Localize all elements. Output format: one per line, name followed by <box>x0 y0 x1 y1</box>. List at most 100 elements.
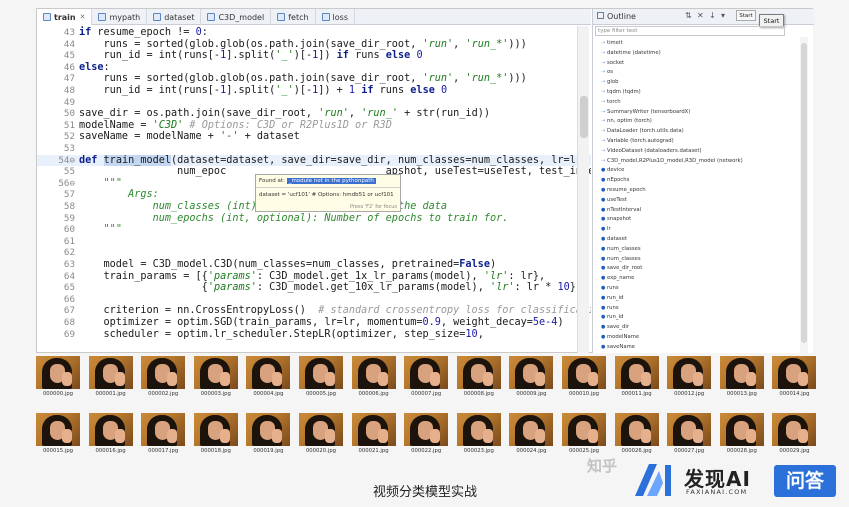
outline-item[interactable]: ⇢ timeit <box>601 39 623 47</box>
frame-thumbnail[interactable]: 000002.jpg <box>141 356 186 397</box>
outline-item[interactable]: ● num_classes <box>601 245 641 253</box>
tab-c3d-model[interactable]: C3D_model <box>201 9 272 25</box>
outline-item[interactable]: ● resume_epoch <box>601 186 646 194</box>
frame-thumbnail[interactable]: 000027.jpg <box>667 413 712 454</box>
code-line[interactable]: 44 runs = sorted(glob.glob(os.path.join(… <box>37 39 591 51</box>
code-line[interactable]: 69 scheduler = optim.lr_scheduler.StepLR… <box>37 329 591 341</box>
tab-close-icon[interactable]: ✕ <box>80 13 86 21</box>
frame-thumbnail[interactable]: 000025.jpg <box>562 413 606 454</box>
code-line[interactable]: 60 """ <box>37 224 591 236</box>
outline-item[interactable]: ⇢ glob <box>601 78 618 86</box>
frame-thumbnail[interactable]: 000017.jpg <box>141 413 186 454</box>
code-line[interactable]: 62 <box>37 247 591 259</box>
frame-thumbnail[interactable]: 000024.jpg <box>509 413 554 454</box>
code-line[interactable]: 45 run_id = int(runs[-1].split('_')[-1])… <box>37 50 591 62</box>
frame-thumbnail[interactable]: 000018.jpg <box>193 413 238 454</box>
frame-thumbnail[interactable]: 000022.jpg <box>404 413 449 454</box>
frame-thumbnail[interactable]: 000009.jpg <box>509 356 554 397</box>
outline-scroll-thumb[interactable] <box>801 43 807 343</box>
frame-thumbnail[interactable]: 000020.jpg <box>299 413 343 454</box>
tab-fetch[interactable]: fetch <box>271 9 316 25</box>
outline-scrollbar[interactable] <box>800 37 808 353</box>
outline-item[interactable]: ⇢ Variable (torch.autograd) <box>601 137 674 145</box>
outline-item[interactable]: ● snapshot <box>601 215 631 223</box>
outline-item[interactable]: ● modelName <box>601 333 639 341</box>
outline-item[interactable]: ● nEpochs <box>601 176 629 184</box>
frame-thumbnail[interactable]: 000006.jpg <box>351 356 396 397</box>
frame-thumbnail[interactable]: 000012.jpg <box>667 356 712 397</box>
code-line[interactable]: 43 if resume_epoch != 0: <box>37 27 591 39</box>
code-line[interactable]: 66 <box>37 294 591 306</box>
code-line[interactable]: 53 <box>37 143 591 155</box>
code-line[interactable]: 54⊖ def train_model(dataset=dataset, save… <box>37 154 591 167</box>
code-line[interactable]: 47 runs = sorted(glob.glob(os.path.join(… <box>37 73 591 85</box>
editor-scrollbar[interactable] <box>577 26 589 353</box>
outline-item[interactable]: ● runs <box>601 304 619 312</box>
outline-item[interactable]: ● exp_name <box>601 274 634 282</box>
outline-item[interactable]: ● runs <box>601 284 619 292</box>
view-menu-icon[interactable]: ▾ <box>721 11 725 20</box>
outline-item[interactable]: ● useTest <box>601 196 627 204</box>
tab-mypath[interactable]: mypath <box>92 9 148 25</box>
code-line[interactable]: 52 saveName = modelName + '-' + dataset <box>37 131 591 143</box>
frame-thumbnail[interactable]: 000005.jpg <box>299 356 343 397</box>
frame-thumbnail[interactable]: 000029.jpg <box>772 413 817 454</box>
frame-thumbnail[interactable]: 000008.jpg <box>456 356 501 397</box>
outline-item[interactable]: ● save_dir <box>601 323 629 331</box>
frame-thumbnail[interactable]: 000016.jpg <box>88 413 133 454</box>
frame-thumbnail[interactable]: 000015.jpg <box>36 413 80 454</box>
frame-thumbnail[interactable]: 000014.jpg <box>772 356 817 397</box>
outline-item[interactable]: ⇢ DataLoader (torch.utils.data) <box>601 127 684 135</box>
code-line[interactable]: 61 <box>37 236 591 248</box>
outline-item[interactable]: ⇢ nn, optim (torch) <box>601 117 652 125</box>
outline-item[interactable]: ● dataset <box>601 235 627 243</box>
frame-thumbnail[interactable]: 000028.jpg <box>719 413 764 454</box>
code-line[interactable]: 67 criterion = nn.CrossEntropyLoss() # s… <box>37 305 591 317</box>
frame-thumbnail[interactable]: 000003.jpg <box>193 356 238 397</box>
code-line[interactable]: 50 save_dir = os.path.join(save_dir_root,… <box>37 108 591 120</box>
tab-train[interactable]: train ✕ <box>37 9 93 25</box>
frame-thumbnail[interactable]: 000013.jpg <box>719 356 764 397</box>
code-line[interactable]: 64 train_params = [{'params': C3D_model.… <box>37 271 591 283</box>
tab-loss[interactable]: loss <box>316 9 355 25</box>
code-line[interactable]: 65 {'params': C3D_model.get_10x_lr_param… <box>37 282 591 294</box>
outline-item[interactable]: ⇢ socket <box>601 59 624 67</box>
code-line[interactable]: 46 else: <box>37 62 591 74</box>
outline-item[interactable]: ⇢ C3D_model,R2Plus1D_model,R3D_model (net… <box>601 157 743 165</box>
tab-dataset[interactable]: dataset <box>147 9 202 25</box>
frame-thumbnail[interactable]: 000004.jpg <box>246 356 291 397</box>
frame-thumbnail[interactable]: 000001.jpg <box>88 356 133 397</box>
start-button[interactable]: Start <box>736 10 756 21</box>
code-line[interactable]: 68 optimizer = optim.SGD(train_params, l… <box>37 317 591 329</box>
outline-item[interactable]: ⇢ torch <box>601 98 621 106</box>
outline-item[interactable]: ● run_id <box>601 313 623 321</box>
frame-thumbnail[interactable]: 000026.jpg <box>614 413 659 454</box>
code-line[interactable]: 51 modelName = 'C3D' # Options: C3D or R2… <box>37 120 591 132</box>
outline-item[interactable]: ● device <box>601 166 624 174</box>
sort-icon[interactable]: ↓ <box>709 11 716 20</box>
code-line[interactable]: 48 run_id = int(runs[-1].split('_')[-1])… <box>37 85 591 97</box>
frame-thumbnail[interactable]: 000023.jpg <box>456 413 501 454</box>
outline-item[interactable]: ⇢ SummaryWriter (tensorboardX) <box>601 108 690 116</box>
code-line[interactable]: 59 num_epochs (int, optional): Number of… <box>37 213 591 225</box>
frame-thumbnail[interactable]: 000021.jpg <box>351 413 396 454</box>
editor-scroll-thumb[interactable] <box>580 96 588 138</box>
outline-item[interactable]: ● saveName <box>601 343 635 351</box>
outline-item[interactable]: ⇢ datetime (datetime) <box>601 49 661 57</box>
outline-item[interactable]: ⇢ VideoDataset (dataloaders.dataset) <box>601 147 702 155</box>
frame-thumbnail[interactable]: 000007.jpg <box>404 356 449 397</box>
outline-filter-input[interactable]: type filter text <box>595 26 785 36</box>
outline-item[interactable]: ● save_dir_root <box>601 264 642 272</box>
outline-item[interactable]: ● num_classes <box>601 255 641 263</box>
outline-item[interactable]: ⇢ os <box>601 68 613 76</box>
outline-item[interactable]: ● run_id <box>601 294 623 302</box>
frame-thumbnail[interactable]: 000011.jpg <box>614 356 659 397</box>
outline-item[interactable]: ● lr <box>601 225 611 233</box>
frame-thumbnail[interactable]: 000000.jpg <box>36 356 80 397</box>
frame-thumbnail[interactable]: 000019.jpg <box>246 413 291 454</box>
code-line[interactable]: 63 model = C3D_model.C3D(num_classes=num… <box>37 259 591 271</box>
outline-item[interactable]: ● nTestInterval <box>601 206 641 214</box>
hide-fields-icon[interactable]: ✕ <box>697 11 704 20</box>
collapse-all-icon[interactable]: ⇅ <box>685 11 692 20</box>
frame-thumbnail[interactable]: 000010.jpg <box>562 356 606 397</box>
